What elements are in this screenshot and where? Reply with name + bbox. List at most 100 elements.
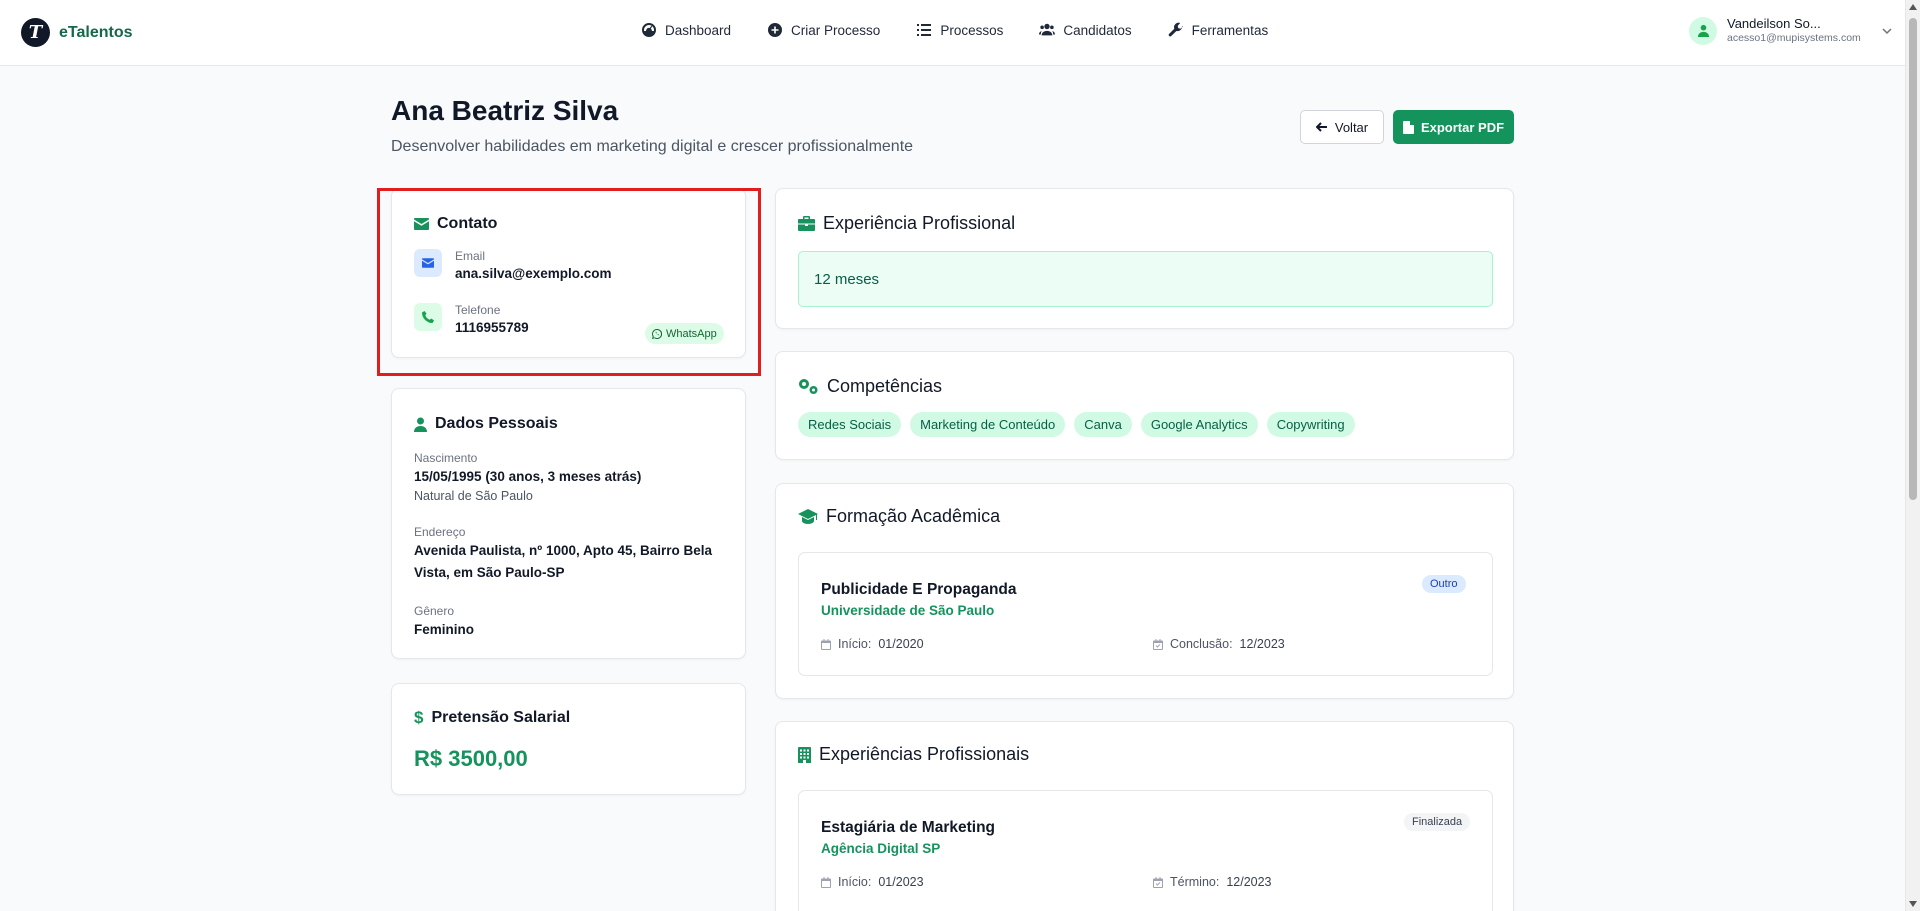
brand-link[interactable]: T eTalentos — [21, 18, 133, 47]
role-name: Estagiária de Marketing — [821, 819, 996, 836]
contact-card-title: Contato — [414, 215, 497, 233]
page-scrollbar[interactable] — [1905, 0, 1920, 911]
nav-ferramentas-label: Ferramentas — [1191, 22, 1269, 38]
institution-name: Universidade de São Paulo — [821, 603, 995, 618]
users-icon — [1039, 23, 1056, 36]
chevron-down-icon — [1882, 27, 1892, 34]
education-card-title: Formação Acadêmica — [798, 506, 1000, 527]
candidate-name: Ana Beatriz Silva — [391, 95, 619, 126]
scroll-up-arrow-icon[interactable] — [1909, 4, 1917, 10]
phone-label: Telefone — [455, 303, 501, 317]
birth-label: Nascimento — [414, 451, 478, 465]
education-end-label: Conclusão: — [1170, 637, 1233, 651]
email-value[interactable]: ana.silva@exemplo.com — [455, 264, 611, 284]
scrollbar-thumb[interactable] — [1909, 18, 1917, 500]
work-history-title: Experiências Profissionais — [819, 744, 1030, 764]
gender-label: Gênero — [414, 604, 455, 618]
education-type-badge: Outro — [1422, 575, 1466, 593]
job-end-value: 12/2023 — [1226, 875, 1272, 889]
user-email: acesso1@mupisystems.com — [1727, 32, 1861, 44]
skill-tag: Copywriting — [1266, 412, 1355, 437]
work-history-card-title: Experiências Profissionais — [798, 744, 1029, 765]
personal-data-card-title: Dados Pessoais — [414, 415, 558, 433]
export-pdf-label: Exportar PDF — [1420, 119, 1505, 135]
salary-value: R$ 3500,00 — [414, 746, 528, 771]
nav-dashboard[interactable]: Dashboard — [641, 22, 731, 38]
nav-ferramentas[interactable]: Ferramentas — [1168, 22, 1269, 38]
gender-field: Gênero Feminino — [414, 603, 726, 641]
experience-duration: 12 meses — [798, 251, 1493, 307]
company-name: Agência Digital SP — [821, 841, 941, 856]
job-status-badge: Finalizada — [1404, 813, 1471, 831]
education-item: Publicidade E Propaganda Universidade de… — [798, 552, 1493, 676]
experience-summary-title: Experiência Profissional — [823, 213, 1016, 233]
skill-tag: Marketing de Conteúdo — [910, 412, 1066, 437]
nav-processos-label: Processos — [940, 22, 1004, 38]
nav-candidatos-label: Candidatos — [1063, 22, 1132, 38]
nav-criar-processo-label: Criar Processo — [791, 22, 881, 38]
job-end: Término: 12/2023 — [1153, 875, 1272, 889]
wrench-icon — [1168, 22, 1183, 37]
dashboard-icon — [642, 23, 656, 37]
birthplace: Natural de São Paulo — [414, 489, 533, 503]
birth-value: 15/05/1995 (30 anos, 3 meses atrás) — [414, 469, 642, 484]
whatsapp-button[interactable]: WhatsApp — [645, 323, 724, 344]
briefcase-icon — [798, 216, 815, 231]
dollar-icon: $ — [414, 708, 424, 727]
experience-summary-card: Experiência Profissional 12 meses — [775, 188, 1514, 329]
experience-summary-card-title: Experiência Profissional — [798, 213, 1015, 234]
skills-title: Competências — [827, 376, 943, 396]
personal-data-card: Dados Pessoais Nascimento 15/05/1995 (30… — [391, 388, 746, 659]
back-button-label: Voltar — [1334, 119, 1369, 135]
user-menu[interactable]: Vandeilson So... acesso1@mupisystems.com — [1689, 16, 1893, 45]
phone-icon — [422, 311, 434, 323]
nav-criar-processo[interactable]: Criar Processo — [767, 22, 880, 38]
scroll-down-arrow-icon[interactable] — [1909, 901, 1917, 907]
education-end: Conclusão: 12/2023 — [1153, 637, 1285, 651]
course-name: Publicidade E Propaganda — [821, 581, 1017, 598]
contact-title: Contato — [437, 215, 498, 232]
education-card: Formação Acadêmica Publicidade E Propaga… — [775, 483, 1514, 699]
education-start-label: Início: — [838, 637, 872, 651]
job-end-label: Término: — [1170, 875, 1220, 889]
brand-logo-icon: T — [21, 18, 50, 47]
calendar-check-icon — [1153, 638, 1163, 650]
envelope-icon — [414, 218, 429, 230]
email-label: Email — [455, 249, 486, 263]
top-navbar: T eTalentos Dashboard Criar Processo Pro… — [0, 0, 1905, 66]
job-start: Início: 01/2023 — [821, 875, 924, 889]
birth-field: Nascimento 15/05/1995 (30 anos, 3 meses … — [414, 450, 726, 504]
gears-icon — [799, 379, 818, 394]
skills-tags: Redes Sociais Marketing de Conteúdo Canv… — [798, 412, 1355, 437]
salary-title: Pretensão Salarial — [431, 709, 571, 726]
job-start-label: Início: — [838, 875, 872, 889]
nav-dashboard-label: Dashboard — [665, 22, 732, 38]
email-icon — [422, 258, 434, 268]
arrow-left-icon — [1315, 122, 1327, 132]
brand-name: eTalentos — [59, 23, 133, 41]
main-nav: Dashboard Criar Processo Processos Candi… — [641, 22, 1268, 38]
export-pdf-button[interactable]: Exportar PDF — [1393, 110, 1514, 144]
phone-icon-box — [414, 303, 442, 331]
contact-phone-row: Telefone 1116955789 — [414, 303, 529, 338]
work-history-card: Experiências Profissionais Estagiária de… — [775, 721, 1514, 911]
address-value: Avenida Paulista, nº 1000, Apto 45, Bair… — [414, 543, 713, 580]
contact-card: Contato Email ana.silva@exemplo.com Tele… — [391, 188, 746, 358]
graduation-cap-icon — [798, 509, 818, 524]
address-field: Endereço Avenida Paulista, nº 1000, Apto… — [414, 524, 726, 584]
personal-data-title: Dados Pessoais — [435, 415, 558, 432]
user-name: Vandeilson So... — [1727, 16, 1821, 31]
gender-value: Feminino — [414, 622, 474, 637]
salary-card: $ Pretensão Salarial R$ 3500,00 — [391, 683, 746, 795]
skill-tag: Redes Sociais — [798, 412, 902, 437]
skill-tag: Canva — [1074, 412, 1132, 437]
calendar-icon — [821, 638, 831, 650]
nav-processos[interactable]: Processos — [916, 22, 1003, 38]
file-pdf-icon — [1402, 120, 1414, 134]
skills-card: Competências Redes Sociais Marketing de … — [775, 351, 1514, 460]
back-button[interactable]: Voltar — [1300, 110, 1384, 144]
calendar-check-icon — [1153, 876, 1163, 888]
nav-candidatos[interactable]: Candidatos — [1039, 22, 1132, 38]
email-icon-box — [414, 249, 442, 277]
list-icon — [917, 24, 932, 36]
